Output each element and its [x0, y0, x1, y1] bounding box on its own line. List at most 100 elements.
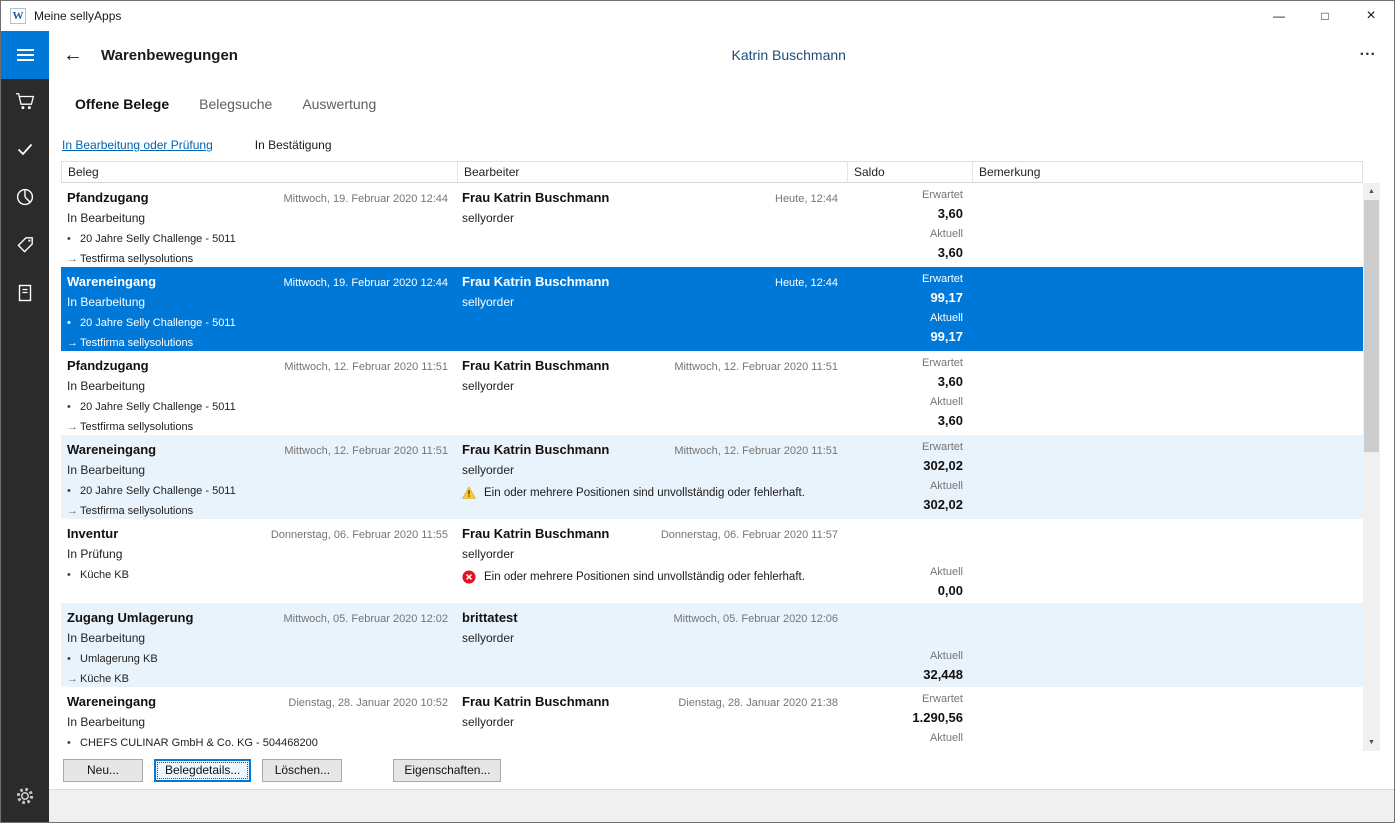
- row-line: Zugang UmlagerungMittwoch, 05. Februar 2…: [67, 608, 448, 628]
- doc-status: In Bearbeitung: [67, 376, 448, 396]
- tab-belegsuche[interactable]: Belegsuche: [199, 96, 272, 112]
- doc-type: Wareneingang: [67, 694, 156, 709]
- doc-date: Mittwoch, 12. Februar 2020 11:51: [284, 361, 448, 373]
- bemerkung-cell: [971, 351, 1363, 435]
- gear-icon: [15, 786, 35, 811]
- footer-strip: [49, 789, 1394, 822]
- sidebar-item-journal[interactable]: [1, 271, 49, 319]
- neu-button[interactable]: Neu...: [63, 759, 143, 782]
- saldo-cell: Aktuell0,00: [846, 519, 971, 603]
- column-header-bemerkung[interactable]: Bemerkung: [972, 162, 1362, 182]
- saldo-label: Aktuell: [852, 729, 963, 748]
- saldo-value: 3,60: [852, 373, 963, 393]
- doc-item-text: Testfirma sellysolutions: [80, 505, 193, 517]
- documents-table: Beleg Bearbeiter Saldo Bemerkung Pfandzu…: [61, 161, 1380, 751]
- saldo-label: Aktuell: [852, 309, 963, 328]
- sidebar-item-approvals[interactable]: [1, 127, 49, 175]
- column-header-saldo[interactable]: Saldo: [847, 162, 972, 182]
- row-line: Frau Katrin BuschmannDonnerstag, 06. Feb…: [462, 524, 838, 544]
- action-button-bar: Neu... Belegdetails... Löschen... Eigens…: [49, 751, 1394, 789]
- bullet-icon: •: [67, 401, 80, 413]
- doc-type: Inventur: [67, 526, 118, 541]
- saldo-label: Aktuell: [852, 647, 963, 666]
- table-row[interactable]: InventurDonnerstag, 06. Februar 2020 11:…: [61, 519, 1363, 603]
- back-button[interactable]: ←: [63, 45, 83, 65]
- more-options-button[interactable]: ...: [1360, 48, 1376, 62]
- doc-item: •20 Jahre Selly Challenge - 5011: [67, 229, 448, 248]
- sidebar-spacer: [1, 319, 49, 774]
- loeschen-button[interactable]: Löschen...: [262, 759, 342, 782]
- saldo-value: 0,00: [852, 582, 963, 602]
- filter-bar: In Bearbeitung oder Prüfung In Bestätigu…: [49, 129, 1394, 161]
- sidebar-item-statistics[interactable]: [1, 175, 49, 223]
- arrow-icon: →: [67, 253, 80, 265]
- row-message-text: Ein oder mehrere Positionen sind unvolls…: [484, 571, 805, 583]
- vertical-scrollbar[interactable]: ▲ ▼: [1363, 183, 1380, 751]
- table-row[interactable]: PfandzugangMittwoch, 12. Februar 2020 11…: [61, 351, 1363, 435]
- row-line: WareneingangMittwoch, 19. Februar 2020 1…: [67, 272, 448, 292]
- sidebar-item-price-tag[interactable]: [1, 223, 49, 271]
- row-line: Frau Katrin BuschmannMittwoch, 12. Febru…: [462, 440, 838, 460]
- scrollbar-thumb[interactable]: [1364, 200, 1379, 452]
- filter-in-bearbeitung-oder-pruefung[interactable]: In Bearbeitung oder Prüfung: [62, 138, 213, 152]
- row-line: WareneingangMittwoch, 12. Februar 2020 1…: [67, 440, 448, 460]
- bearbeiter-date: Heute, 12:44: [775, 277, 838, 289]
- doc-type: Zugang Umlagerung: [67, 610, 193, 625]
- doc-item: •20 Jahre Selly Challenge - 5011: [67, 481, 448, 500]
- journal-icon: [15, 283, 35, 308]
- table-row[interactable]: Zugang UmlagerungMittwoch, 05. Februar 2…: [61, 603, 1363, 687]
- tab-offene-belege[interactable]: Offene Belege: [75, 96, 169, 112]
- page-title: Warenbewegungen: [101, 47, 238, 64]
- bearbeiter-cell: Frau Katrin BuschmannMittwoch, 12. Febru…: [456, 351, 846, 435]
- row-line: Frau Katrin BuschmannMittwoch, 12. Febru…: [462, 356, 838, 376]
- bearbeiter-name: Frau Katrin Buschmann: [462, 358, 609, 373]
- close-button[interactable]: ×: [1348, 1, 1394, 31]
- beleg-cell: WareneingangMittwoch, 19. Februar 2020 1…: [61, 267, 456, 351]
- hamburger-menu-button[interactable]: [1, 31, 49, 79]
- bearbeiter-app: sellyorder: [462, 544, 838, 564]
- table-row[interactable]: WareneingangMittwoch, 12. Februar 2020 1…: [61, 435, 1363, 519]
- bullet-icon: •: [67, 737, 80, 749]
- bullet-icon: •: [67, 569, 80, 581]
- doc-item: •Küche KB: [67, 565, 448, 584]
- table-row[interactable]: PfandzugangMittwoch, 19. Februar 2020 12…: [61, 183, 1363, 267]
- doc-item-text: CHEFS CULINAR GmbH & Co. KG - 504468200: [80, 737, 318, 749]
- saldo-cell: Erwartet302,02Aktuell302,02: [846, 435, 971, 519]
- bearbeiter-app: sellyorder: [462, 628, 838, 648]
- bemerkung-cell: [971, 687, 1363, 751]
- sidebar-item-settings[interactable]: [1, 774, 49, 822]
- doc-item-text: 20 Jahre Selly Challenge - 5011: [80, 317, 236, 329]
- saldo-value: 3,60: [852, 205, 963, 225]
- belegdetails-button[interactable]: Belegdetails...: [154, 759, 251, 782]
- saldo-label: Erwartet: [852, 438, 963, 457]
- pie-chart-icon: [15, 187, 35, 212]
- doc-item: •Umlagerung KB: [67, 649, 448, 668]
- saldo-label: Erwartet: [852, 270, 963, 289]
- scroll-up-arrow[interactable]: ▲: [1363, 183, 1380, 200]
- bullet-icon: •: [67, 233, 80, 245]
- doc-item-text: 20 Jahre Selly Challenge - 5011: [80, 233, 236, 245]
- eigenschaften-button[interactable]: Eigenschaften...: [393, 759, 501, 782]
- minimize-button[interactable]: —: [1256, 1, 1302, 31]
- sidebar-item-cart[interactable]: [1, 79, 49, 127]
- row-line: WareneingangDienstag, 28. Januar 2020 10…: [67, 692, 448, 712]
- bearbeiter-cell: Frau Katrin BuschmannHeute, 12:44sellyor…: [456, 183, 846, 267]
- sidebar: [1, 31, 49, 822]
- tab-auswertung[interactable]: Auswertung: [302, 96, 376, 112]
- filter-in-bestaetigung[interactable]: In Bestätigung: [255, 138, 332, 152]
- bearbeiter-cell: Frau Katrin BuschmannDonnerstag, 06. Feb…: [456, 519, 846, 603]
- column-header-beleg[interactable]: Beleg: [62, 162, 457, 182]
- column-header-bearbeiter[interactable]: Bearbeiter: [457, 162, 847, 182]
- maximize-button[interactable]: □: [1302, 1, 1348, 31]
- beleg-cell: WareneingangDienstag, 28. Januar 2020 10…: [61, 687, 456, 751]
- scroll-down-arrow[interactable]: ▼: [1363, 734, 1380, 751]
- bearbeiter-date: Heute, 12:44: [775, 193, 838, 205]
- bearbeiter-app: sellyorder: [462, 376, 838, 396]
- bearbeiter-app: sellyorder: [462, 460, 838, 480]
- row-line: Frau Katrin BuschmannHeute, 12:44: [462, 188, 838, 208]
- table-row[interactable]: WareneingangMittwoch, 19. Februar 2020 1…: [61, 267, 1363, 351]
- table-body: PfandzugangMittwoch, 19. Februar 2020 12…: [61, 183, 1363, 751]
- table-row[interactable]: WareneingangDienstag, 28. Januar 2020 10…: [61, 687, 1363, 751]
- cart-icon: [14, 91, 36, 116]
- doc-item-text: Testfirma sellysolutions: [80, 421, 193, 433]
